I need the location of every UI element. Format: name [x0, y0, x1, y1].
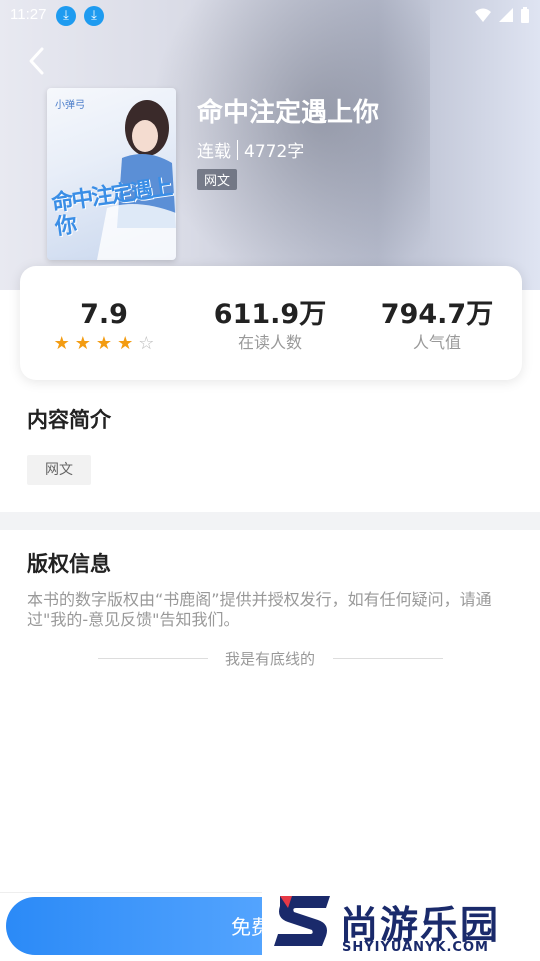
copyright-title: 版权信息 [27, 552, 111, 576]
rating-stars: ★ ★ ★ ★ ☆ [42, 334, 166, 354]
status-bar: 11:27 ⤓ ⤓ [0, 0, 540, 32]
book-meta: 连载 4772字 [197, 137, 304, 162]
download-icon: ⤓ [84, 6, 104, 26]
readers-stat: 611.9万 在读人数 [210, 298, 330, 354]
star-filled-icon: ★ [53, 333, 70, 354]
intro-title: 内容简介 [27, 408, 111, 432]
end-of-list: 我是有底线的 [0, 648, 540, 668]
popularity-value: 794.7万 [380, 299, 494, 330]
watermark: 尚游乐园 SHYIYUANYK.COM [262, 888, 540, 960]
status-time: 11:27 [10, 6, 47, 23]
readers-label: 在读人数 [237, 333, 302, 352]
end-line-right [333, 658, 443, 659]
star-filled-icon: ★ [117, 333, 134, 354]
stats-card: 7.9 ★ ★ ★ ★ ☆ 611.9万 在读人数 794.7万 人气值 [20, 266, 522, 380]
popularity-label: 人气值 [412, 333, 461, 352]
battery-icon [521, 7, 529, 23]
wifi-icon [475, 8, 491, 22]
free-read-button[interactable]: 免费 [6, 897, 306, 955]
book-title: 命中注定遇上你 [197, 98, 380, 128]
signal-icon [499, 8, 513, 22]
back-button[interactable] [22, 44, 52, 78]
meta-divider [237, 139, 238, 160]
rating-value: 7.9 [80, 299, 128, 330]
book-cover: 小弹弓 命中注定遇上你 [47, 88, 176, 260]
readers-value: 611.9万 [213, 299, 327, 330]
rating-stat: 7.9 ★ ★ ★ ★ ☆ [42, 298, 166, 354]
watermark-logo [274, 896, 330, 946]
star-empty-icon: ☆ [138, 333, 155, 354]
chevron-left-icon [29, 47, 44, 75]
serial-status: 连载 [197, 142, 231, 162]
intro-tag[interactable]: 网文 [27, 455, 91, 485]
end-of-list-text: 我是有底线的 [224, 650, 315, 668]
word-count: 4772字 [244, 142, 305, 162]
star-filled-icon: ★ [74, 333, 91, 354]
popularity-stat: 794.7万 人气值 [377, 298, 497, 354]
copyright-text: 本书的数字版权由“书鹿阁”提供并授权发行，如有任何疑问，请通过"我的-意见反馈"… [27, 590, 492, 629]
watermark-url: SHYIYUANYK.COM [342, 940, 489, 955]
genre-tag: 网文 [197, 169, 238, 190]
section-divider [0, 512, 540, 530]
star-filled-icon: ★ [95, 333, 113, 354]
download-icon: ⤓ [56, 6, 76, 26]
